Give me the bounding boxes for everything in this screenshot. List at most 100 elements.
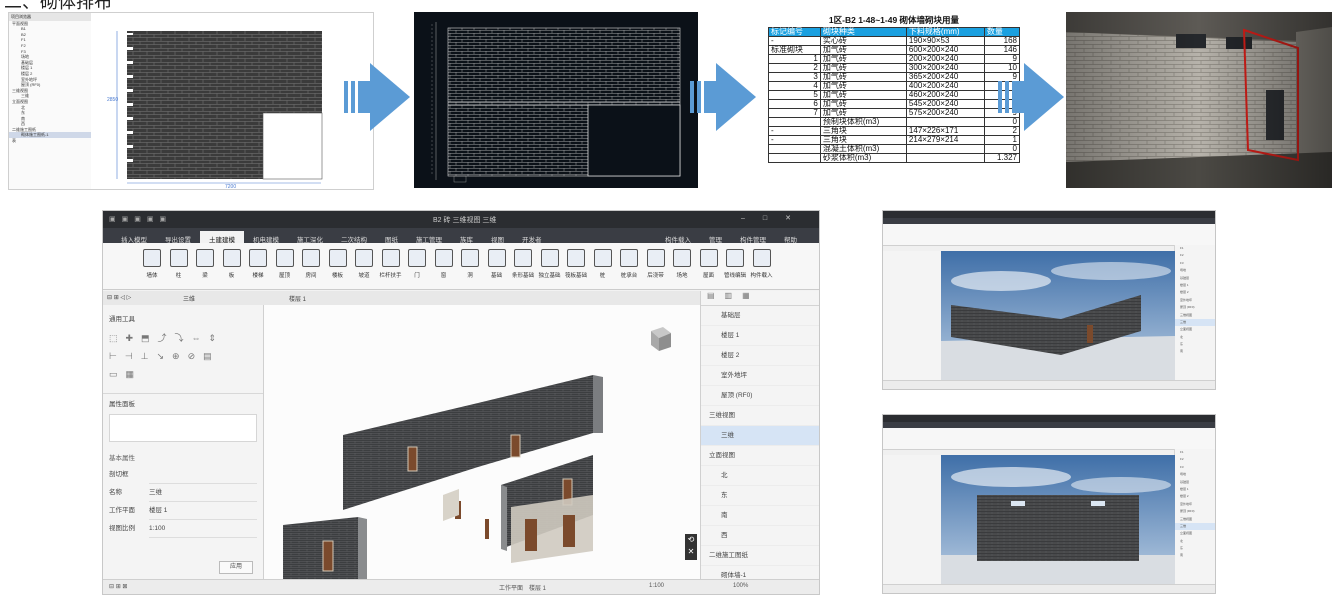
3d-viewport[interactable]: ⟲ ✕ <box>263 305 701 580</box>
ribbon-tool-button[interactable]: 楼板 <box>325 249 351 285</box>
view-nav-icons[interactable]: ⊟ ⊞ ◁ ▷ <box>107 294 131 301</box>
mini-browser-item[interactable]: 北 <box>1175 334 1215 341</box>
property-value[interactable] <box>149 466 257 484</box>
tool-label: 坡道 <box>358 273 370 279</box>
mini-browser-item[interactable]: 屋顶 (RF0) <box>1175 304 1215 311</box>
mini-browser-item[interactable]: 三维 <box>1175 318 1215 327</box>
mini-browser-item[interactable]: 场地 <box>1175 267 1215 274</box>
ribbon-tool-button[interactable]: 后浇带 <box>643 249 669 285</box>
mini-browser-item[interactable]: F2 <box>1175 456 1215 463</box>
browser-item[interactable]: 楼层 1 <box>701 326 819 346</box>
type-selector[interactable] <box>109 414 257 442</box>
mini-browser-item[interactable]: 东 <box>1175 545 1215 552</box>
table-row: 2 加气砖 300×200×240 10 <box>768 63 1021 73</box>
property-value[interactable]: 三维 <box>149 484 257 502</box>
ribbon-tool-button[interactable]: 门 <box>404 249 430 285</box>
ribbon-tool-button[interactable]: 条形基础 <box>510 249 536 285</box>
ribbon-tool-button[interactable]: 屋顶 <box>272 249 298 285</box>
mini-browser-item[interactable]: F2 <box>1175 252 1215 259</box>
status-work-plane[interactable]: 楼层 1 <box>529 583 546 592</box>
browser-item[interactable]: 三维 <box>701 426 819 446</box>
mini-browser-item[interactable]: 三维 <box>1175 522 1215 531</box>
common-tools-icons[interactable]: ⬚✚⬒⤴⤵⇔⇕ ⊢⊣⊥↘⊕⊘▤ ▭▦ <box>103 325 263 387</box>
mini-browser-item[interactable]: 楼层 1 <box>1175 282 1215 289</box>
browser-item[interactable]: 东 <box>701 486 819 506</box>
mini-browser-item[interactable]: 室外地坪 <box>1175 297 1215 304</box>
tab-floor-1[interactable]: 楼层 1 <box>289 294 306 303</box>
browser-toolbar-icons[interactable]: ▤▥▦ <box>701 291 819 306</box>
mini-browser-item[interactable]: 南 <box>1175 552 1215 559</box>
browser-item[interactable]: 立面视图 <box>701 446 819 466</box>
mini-browser-item[interactable]: 立面视图 <box>1175 326 1215 333</box>
browser-item[interactable]: 楼层 2 <box>701 346 819 366</box>
mini-browser-item[interactable]: F1 <box>1175 245 1215 252</box>
browser-item[interactable]: 室外地坪 <box>701 366 819 386</box>
table-cell: 214×279×214 <box>905 135 985 145</box>
ribbon-tool-button[interactable]: 坡道 <box>351 249 377 285</box>
mini-viewport-elevation[interactable] <box>941 455 1175 585</box>
browser-item[interactable]: 基础层 <box>701 306 819 326</box>
mini-browser-item[interactable]: F3 <box>1175 260 1215 267</box>
ribbon-tool-button[interactable]: 栏杆扶手 <box>378 249 404 285</box>
ribbon-tool-button[interactable]: 房间 <box>298 249 324 285</box>
mini-browser-item[interactable]: 基础层 <box>1175 275 1215 282</box>
ribbon-tool-button[interactable]: 桩 <box>590 249 616 285</box>
property-value[interactable]: 1:100 <box>149 520 257 538</box>
mini-browser-item[interactable]: 东 <box>1175 341 1215 348</box>
status-icons[interactable]: ⊟ ⊞ ⊠ <box>109 583 127 590</box>
tool-icon <box>381 249 400 267</box>
ribbon-tool-button[interactable]: 构件载入 <box>749 249 775 285</box>
browser-item[interactable]: 屋顶 (RF0) <box>701 386 819 406</box>
ribbon-tool-button[interactable]: 独立基础 <box>537 249 563 285</box>
ribbon-tool-button[interactable]: 墙体 <box>139 249 165 285</box>
view-nav-controls[interactable]: ⟲ ✕ <box>685 534 697 560</box>
ribbon-tool-button[interactable]: 楼梯 <box>245 249 271 285</box>
table-row: - 三角块 147×226×171 2 <box>768 126 1021 136</box>
mini-browser-item[interactable]: F3 <box>1175 464 1215 471</box>
mini-viewport-3d[interactable] <box>941 251 1175 381</box>
mini-browser-item[interactable]: 北 <box>1175 538 1215 545</box>
mini-browser-item[interactable]: 屋顶 (RF0) <box>1175 508 1215 515</box>
window-controls[interactable]: –□✕ <box>741 214 809 222</box>
browser-item[interactable]: 北 <box>701 466 819 486</box>
ribbon-tool-button[interactable]: 桩承台 <box>616 249 642 285</box>
status-zoom[interactable]: 100% <box>733 583 748 589</box>
ribbon-tool-button[interactable]: 窗 <box>431 249 457 285</box>
ribbon-tool-button[interactable]: 屋面 <box>696 249 722 285</box>
status-scale[interactable]: 1:100 <box>649 583 664 589</box>
mini-browser-item[interactable]: 立面视图 <box>1175 530 1215 537</box>
ribbon-tool-button[interactable]: 基础 <box>484 249 510 285</box>
quick-access-icons[interactable]: ▣▣▣▣▣ <box>109 215 172 223</box>
ribbon-tool-button[interactable]: 筏板基础 <box>563 249 589 285</box>
apply-button[interactable]: 应用 <box>219 561 253 574</box>
property-value[interactable]: 楼层 1 <box>149 502 257 520</box>
browser-item[interactable]: 西 <box>701 526 819 546</box>
ribbon-tool-button[interactable]: 梁 <box>192 249 218 285</box>
browser-item[interactable]: 三维视图 <box>701 406 819 426</box>
property-key: 视图比例 <box>109 525 135 532</box>
tool-label: 窗 <box>440 273 447 279</box>
mini-browser-item[interactable]: 三维视图 <box>1175 516 1215 523</box>
tool-icon <box>222 249 241 267</box>
ribbon-tool-button[interactable]: 场地 <box>669 249 695 285</box>
mini-browser-item[interactable]: 基础层 <box>1175 479 1215 486</box>
tree-item[interactable]: 表 <box>9 138 91 144</box>
ribbon-tool-button[interactable]: 柱 <box>166 249 192 285</box>
wall-elevation-view: 2850 7200 <box>91 13 373 190</box>
mini-browser-item[interactable]: 三维视图 <box>1175 312 1215 319</box>
mini-browser-item[interactable]: 楼层 2 <box>1175 289 1215 296</box>
bim-software-window: ▣▣▣▣▣ B2 砖 三维视图 三维 –□✕ 插入模型 导出设置 土建建模 机电建模施… <box>102 210 820 595</box>
browser-item[interactable]: 二维施工图纸 <box>701 546 819 566</box>
mini-browser-item[interactable]: 场地 <box>1175 471 1215 478</box>
mini-browser-item[interactable]: 南 <box>1175 348 1215 355</box>
tab-3d-view[interactable]: 三维 <box>183 294 195 303</box>
mini-browser-item[interactable]: F1 <box>1175 449 1215 456</box>
mini-browser-item[interactable]: 室外地坪 <box>1175 501 1215 508</box>
ribbon-tool-button[interactable]: 洞 <box>457 249 483 285</box>
mini-browser-item[interactable]: 楼层 2 <box>1175 493 1215 500</box>
browser-item[interactable]: 南 <box>701 506 819 526</box>
mini-browser-item[interactable]: 楼层 1 <box>1175 486 1215 493</box>
ribbon-tool-button[interactable]: 管线编辑 <box>722 249 748 285</box>
ribbon-tool-button[interactable]: 板 <box>219 249 245 285</box>
table-cell <box>768 153 821 163</box>
